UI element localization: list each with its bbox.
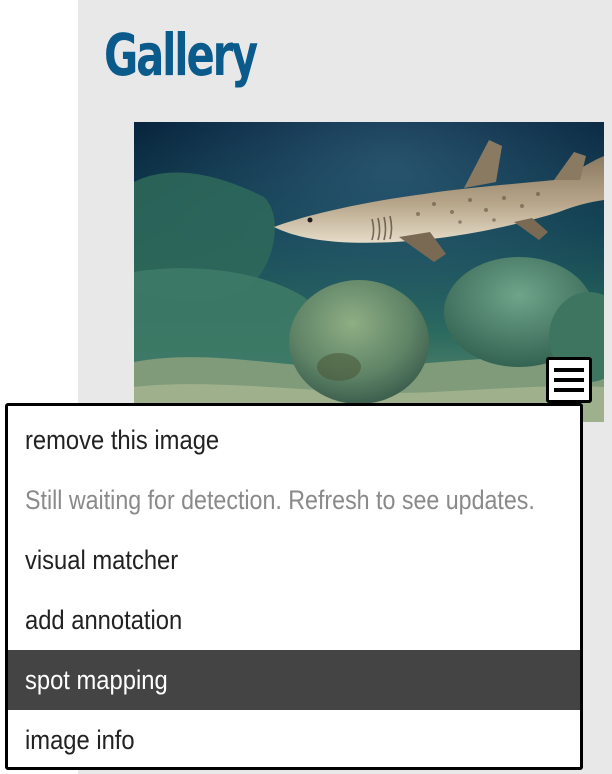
shark-photo-illustration — [134, 122, 604, 422]
menu-item-remove-image[interactable]: remove this image — [8, 410, 580, 470]
image-menu-button[interactable] — [546, 357, 592, 403]
menu-item-label: Still waiting for detection. Refresh to … — [25, 484, 535, 515]
menu-item-label: remove this image — [25, 424, 220, 455]
menu-item-label: image info — [25, 724, 135, 755]
menu-item-image-info[interactable]: image info — [8, 710, 580, 767]
menu-item-add-annotation[interactable]: add annotation — [8, 590, 580, 650]
menu-item-label: add annotation — [25, 604, 183, 635]
image-actions-menu: remove this image Still waiting for dete… — [5, 403, 583, 770]
menu-item-spot-mapping[interactable]: spot mapping — [8, 650, 580, 710]
menu-item-visual-matcher[interactable]: visual matcher — [8, 530, 580, 590]
menu-item-label: spot mapping — [25, 664, 168, 695]
menu-item-label: visual matcher — [25, 544, 179, 575]
hamburger-icon — [554, 368, 584, 392]
menu-item-detection-status: Still waiting for detection. Refresh to … — [8, 470, 580, 530]
page-title: Gallery — [104, 21, 258, 89]
page: Gallery remove this image Still waiting … — [0, 0, 612, 774]
gallery-image[interactable] — [134, 122, 604, 422]
